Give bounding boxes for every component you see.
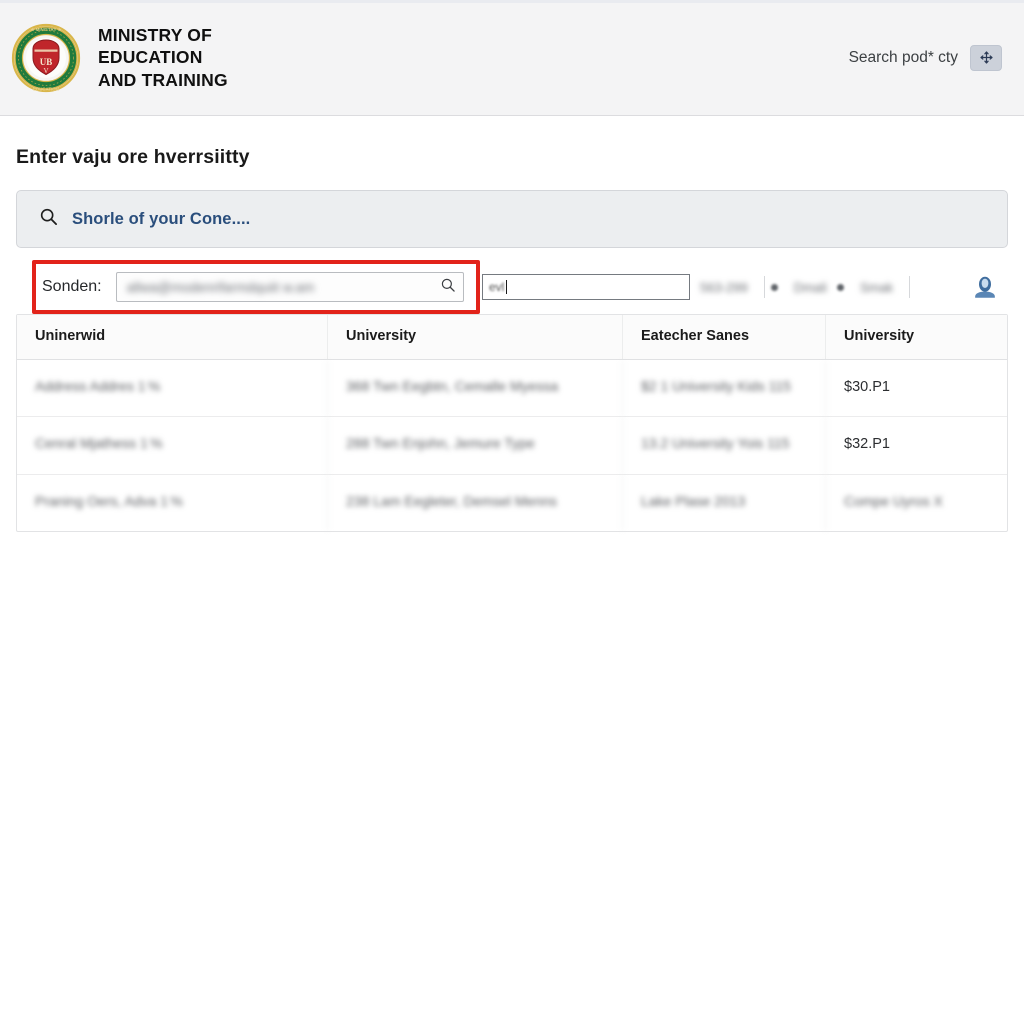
table-cell: Lake Plase 2013 bbox=[623, 474, 826, 531]
text-caret bbox=[506, 280, 508, 294]
filter-toolbar: Sonden: allwa@modenrifarmdquiit w.am evl… bbox=[16, 260, 1008, 314]
main-search-text: Shorle of your Cone.... bbox=[72, 209, 251, 228]
column-header-2[interactable]: University bbox=[328, 315, 623, 359]
header-search-label: Search pod* cty bbox=[848, 48, 958, 66]
sender-input[interactable]: allwa@modenrifarmdquiit w.am bbox=[115, 272, 464, 302]
ministry-title: MINISTRY OF EDUCATION AND TRAINING bbox=[98, 24, 228, 90]
column-header-1[interactable]: Uninerwid bbox=[17, 315, 328, 359]
sender-label: Sonden: bbox=[42, 278, 102, 295]
column-header-4[interactable]: University bbox=[826, 315, 1007, 359]
toolbar-divider bbox=[763, 276, 765, 298]
bullet-icon bbox=[770, 283, 778, 291]
table-header-row: Uninerwid University Eatecher Sanes Univ… bbox=[17, 315, 1007, 360]
toolbar-item-one[interactable]: Dmali bbox=[770, 279, 837, 295]
table-cell: $2 1 University Kids 115 bbox=[623, 359, 826, 417]
table-cell: Compe Uyros X bbox=[844, 492, 943, 509]
table-cell: 13.2 University Yois 115 bbox=[623, 417, 826, 474]
ministry-seal-icon: UB V ★ MINISTRY ★ EDUCATION bbox=[10, 22, 82, 94]
toolbar-count-label: 563-299 bbox=[700, 279, 748, 295]
toolbar-item-one-label: Dmali bbox=[793, 279, 827, 295]
bullet-icon bbox=[836, 283, 844, 291]
header-search-group[interactable]: Search pod* cty bbox=[848, 44, 1002, 71]
table-body: Address Addres 1 % 368 Twn Eegbtn, Cemal… bbox=[17, 359, 1007, 531]
move-crosshair-icon[interactable] bbox=[970, 44, 1002, 71]
page-body: Enter vaju ore hverrsiitty Shorle of you… bbox=[0, 146, 1024, 532]
table-cell: Cenral Mjathess 1 % bbox=[17, 417, 328, 474]
sender-input-value: allwa@modenrifarmdquiit w.am bbox=[126, 279, 315, 295]
toolbar-item-two-label: Smak bbox=[859, 279, 894, 295]
table-cell: $30.P1 bbox=[844, 378, 890, 395]
table-cell: Address Addres 1 % bbox=[17, 359, 328, 417]
search-icon bbox=[39, 207, 58, 231]
toolbar-item-two[interactable]: Smak bbox=[836, 279, 903, 295]
toolbar-right-group: evl 563-299 Dmali Smak bbox=[482, 270, 1008, 304]
site-header: UB V ★ MINISTRY ★ EDUCATION MINISTRY OF … bbox=[0, 0, 1024, 116]
table-cell: 238 Lam Eegleter, Demsel Menns bbox=[328, 474, 623, 531]
table-row[interactable]: Praning Oers, Adva 1 % 238 Lam Eegleter,… bbox=[17, 474, 1007, 531]
svg-text:★ MINISTRY ★: ★ MINISTRY ★ bbox=[29, 27, 61, 32]
table-cell: Praning Oers, Adva 1 % bbox=[17, 474, 328, 531]
secondary-text-input[interactable]: evl bbox=[482, 274, 690, 300]
table-cell: 368 Twn Eegbtn, Cemalle Myessa bbox=[328, 359, 623, 417]
toolbar-divider bbox=[909, 276, 911, 298]
table-cell: 288 Twn Enjohn, Jemure Type bbox=[328, 417, 623, 474]
secondary-text-input-value: evl bbox=[489, 280, 505, 294]
sender-filter-group: Sonden: allwa@modenrifarmdquiit w.am bbox=[16, 272, 464, 302]
svg-text:UB: UB bbox=[40, 57, 53, 67]
brand-block: UB V ★ MINISTRY ★ EDUCATION MINISTRY OF … bbox=[10, 22, 228, 94]
user-avatar-icon[interactable] bbox=[968, 270, 1002, 304]
results-table: Uninerwid University Eatecher Sanes Univ… bbox=[16, 314, 1008, 532]
main-search-field[interactable]: Shorle of your Cone.... bbox=[16, 190, 1008, 248]
svg-text:V: V bbox=[43, 67, 48, 75]
table-row[interactable]: Cenral Mjathess 1 % 288 Twn Enjohn, Jemu… bbox=[17, 417, 1007, 475]
table-row[interactable]: Address Addres 1 % 368 Twn Eegbtn, Cemal… bbox=[17, 359, 1007, 418]
svg-text:EDUCATION: EDUCATION bbox=[33, 86, 59, 91]
page-title: Enter vaju ore hverrsiitty bbox=[16, 146, 250, 168]
column-header-3[interactable]: Eatecher Sanes bbox=[623, 315, 826, 359]
search-icon[interactable] bbox=[440, 277, 456, 298]
table-cell: $32.P1 bbox=[844, 436, 890, 453]
